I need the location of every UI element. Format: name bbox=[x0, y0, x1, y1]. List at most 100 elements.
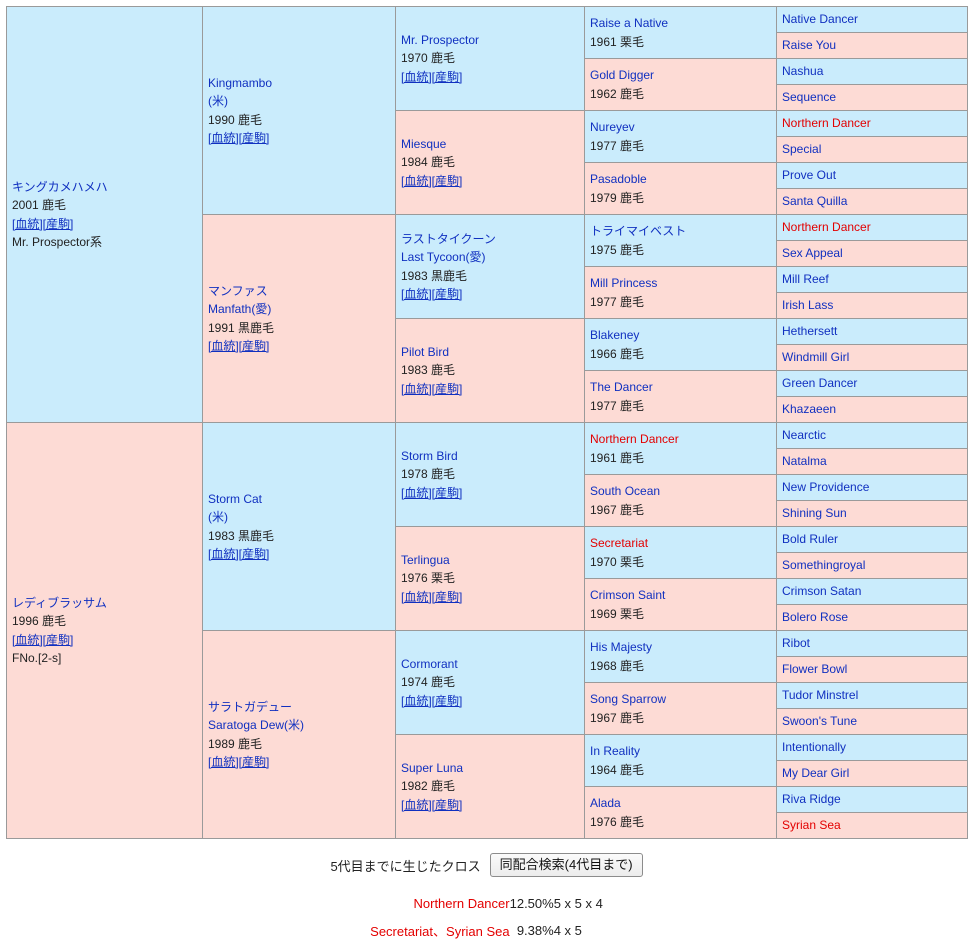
horse-name[interactable]: Ribot bbox=[782, 634, 962, 652]
horse-name[interactable]: Raise You bbox=[782, 36, 962, 54]
horse-name[interactable]: Pasadoble bbox=[590, 170, 771, 188]
horse-name[interactable]: Shining Sun bbox=[782, 504, 962, 522]
pedigree-links[interactable]: [血統][産駒] bbox=[208, 545, 390, 563]
horse-name[interactable]: Riva Ridge bbox=[782, 790, 962, 808]
horse-name[interactable]: トライマイベスト bbox=[590, 222, 771, 240]
offspring-link[interactable]: [産駒] bbox=[432, 694, 463, 708]
horse-name[interactable]: The Dancer bbox=[590, 378, 771, 396]
offspring-link[interactable]: [産駒] bbox=[432, 174, 463, 188]
pedigree-links[interactable]: [血統][産駒] bbox=[401, 68, 579, 86]
horse-name[interactable]: Super Luna bbox=[401, 759, 579, 777]
blood-link[interactable]: [血統] bbox=[401, 287, 432, 301]
blood-link[interactable]: [血統] bbox=[401, 70, 432, 84]
cross-horse-name[interactable]: Secretariat、Syrian Sea bbox=[370, 916, 509, 945]
horse-name[interactable]: Secretariat bbox=[590, 534, 771, 552]
horse-name[interactable]: Blakeney bbox=[590, 326, 771, 344]
horse-name[interactable]: キングカメハメハ bbox=[12, 178, 197, 196]
offspring-link[interactable]: [産駒] bbox=[239, 547, 270, 561]
offspring-link[interactable]: [産駒] bbox=[432, 590, 463, 604]
blood-link[interactable]: [血統] bbox=[208, 339, 239, 353]
pedigree-links[interactable]: [血統][産駒] bbox=[401, 796, 579, 814]
offspring-link[interactable]: [産駒] bbox=[43, 217, 74, 231]
horse-name[interactable]: Syrian Sea bbox=[782, 816, 962, 834]
horse-name[interactable]: My Dear Girl bbox=[782, 764, 962, 782]
same-mating-search-button[interactable]: 同配合検索(4代目まで) bbox=[489, 853, 643, 877]
pedigree-links[interactable]: [血統][産駒] bbox=[208, 753, 390, 771]
horse-name[interactable]: Kingmambo bbox=[208, 74, 390, 92]
horse-name[interactable]: South Ocean bbox=[590, 482, 771, 500]
horse-name[interactable]: Mill Princess bbox=[590, 274, 771, 292]
horse-name[interactable]: Miesque bbox=[401, 135, 579, 153]
horse-name[interactable]: In Reality bbox=[590, 742, 771, 760]
horse-name[interactable]: Somethingroyal bbox=[782, 556, 962, 574]
blood-link[interactable]: [血統] bbox=[401, 694, 432, 708]
horse-name[interactable]: Sex Appeal bbox=[782, 244, 962, 262]
horse-name[interactable]: Sequence bbox=[782, 88, 962, 106]
horse-name[interactable]: Mill Reef bbox=[782, 270, 962, 288]
horse-name[interactable]: Flower Bowl bbox=[782, 660, 962, 678]
offspring-link[interactable]: [産駒] bbox=[239, 131, 270, 145]
blood-link[interactable]: [血統] bbox=[12, 217, 43, 231]
horse-name[interactable]: Green Dancer bbox=[782, 374, 962, 392]
blood-link[interactable]: [血統] bbox=[401, 382, 432, 396]
horse-name[interactable]: Raise a Native bbox=[590, 14, 771, 32]
offspring-link[interactable]: [産駒] bbox=[432, 70, 463, 84]
pedigree-links[interactable]: [血統][産駒] bbox=[401, 380, 579, 398]
horse-name[interactable]: Special bbox=[782, 140, 962, 158]
offspring-link[interactable]: [産駒] bbox=[239, 339, 270, 353]
horse-name[interactable]: Prove Out bbox=[782, 166, 962, 184]
horse-name[interactable]: マンファス bbox=[208, 282, 390, 300]
pedigree-links[interactable]: [血統][産駒] bbox=[401, 692, 579, 710]
offspring-link[interactable]: [産駒] bbox=[432, 382, 463, 396]
horse-name[interactable]: Terlingua bbox=[401, 551, 579, 569]
horse-name[interactable]: Song Sparrow bbox=[590, 690, 771, 708]
pedigree-links[interactable]: [血統][産駒] bbox=[401, 484, 579, 502]
blood-link[interactable]: [血統] bbox=[401, 798, 432, 812]
horse-name[interactable]: Bold Ruler bbox=[782, 530, 962, 548]
pedigree-links[interactable]: [血統][産駒] bbox=[12, 215, 197, 233]
offspring-link[interactable]: [産駒] bbox=[432, 486, 463, 500]
blood-link[interactable]: [血統] bbox=[208, 547, 239, 561]
horse-name[interactable]: Storm Bird bbox=[401, 447, 579, 465]
horse-name[interactable]: Northern Dancer bbox=[782, 114, 962, 132]
pedigree-links[interactable]: [血統][産駒] bbox=[208, 129, 390, 147]
horse-name[interactable]: Intentionally bbox=[782, 738, 962, 756]
horse-name[interactable]: Bolero Rose bbox=[782, 608, 962, 626]
pedigree-links[interactable]: [血統][産駒] bbox=[401, 588, 579, 606]
horse-name[interactable]: Northern Dancer bbox=[590, 430, 771, 448]
horse-name[interactable]: Windmill Girl bbox=[782, 348, 962, 366]
horse-name[interactable]: Nashua bbox=[782, 62, 962, 80]
horse-name[interactable]: Crimson Satan bbox=[782, 582, 962, 600]
blood-link[interactable]: [血統] bbox=[208, 755, 239, 769]
horse-name[interactable]: Native Dancer bbox=[782, 10, 962, 28]
offspring-link[interactable]: [産駒] bbox=[239, 755, 270, 769]
horse-name[interactable]: Northern Dancer bbox=[782, 218, 962, 236]
horse-name[interactable]: Natalma bbox=[782, 452, 962, 470]
blood-link[interactable]: [血統] bbox=[401, 590, 432, 604]
horse-name[interactable]: Pilot Bird bbox=[401, 343, 579, 361]
horse-name[interactable]: サラトガデュー bbox=[208, 698, 390, 716]
horse-name[interactable]: Nureyev bbox=[590, 118, 771, 136]
blood-link[interactable]: [血統] bbox=[401, 174, 432, 188]
pedigree-links[interactable]: [血統][産駒] bbox=[401, 172, 579, 190]
horse-name[interactable]: Gold Digger bbox=[590, 66, 771, 84]
horse-name[interactable]: ラストタイクーン bbox=[401, 230, 579, 248]
horse-name[interactable]: Tudor Minstrel bbox=[782, 686, 962, 704]
horse-name[interactable]: Hethersett bbox=[782, 322, 962, 340]
horse-name[interactable]: Storm Cat bbox=[208, 490, 390, 508]
pedigree-links[interactable]: [血統][産駒] bbox=[208, 337, 390, 355]
horse-name[interactable]: Irish Lass bbox=[782, 296, 962, 314]
horse-name[interactable]: His Majesty bbox=[590, 638, 771, 656]
horse-name[interactable]: Mr. Prospector bbox=[401, 31, 579, 49]
offspring-link[interactable]: [産駒] bbox=[43, 633, 74, 647]
horse-name[interactable]: Alada bbox=[590, 794, 771, 812]
blood-link[interactable]: [血統] bbox=[401, 486, 432, 500]
offspring-link[interactable]: [産駒] bbox=[432, 287, 463, 301]
blood-link[interactable]: [血統] bbox=[208, 131, 239, 145]
horse-name[interactable]: Khazaeen bbox=[782, 400, 962, 418]
horse-name[interactable]: New Providence bbox=[782, 478, 962, 496]
horse-name[interactable]: Crimson Saint bbox=[590, 586, 771, 604]
horse-name[interactable]: レディブラッサム bbox=[12, 594, 197, 612]
horse-name[interactable]: Nearctic bbox=[782, 426, 962, 444]
horse-name[interactable]: Santa Quilla bbox=[782, 192, 962, 210]
